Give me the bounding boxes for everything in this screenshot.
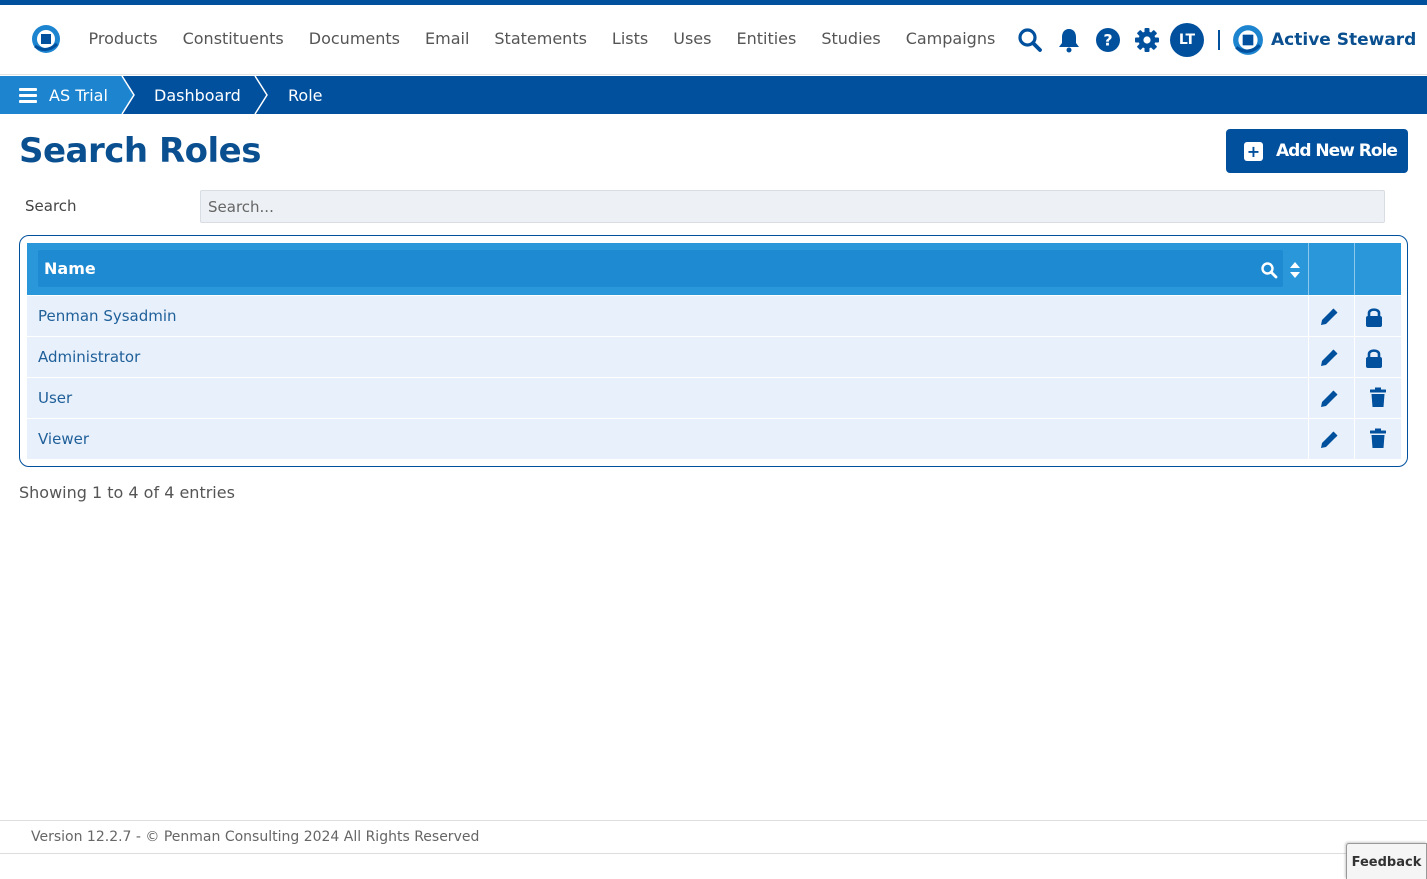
top-navbar: Products Constituents Documents Email St… [0,5,1427,75]
topbar-actions: ? LT Active Steward [1014,22,1416,58]
breadcrumb-item-label: Role [288,85,323,105]
column-divider [1354,243,1355,295]
nav-uses[interactable]: Uses [661,27,724,51]
search-label: Search [25,197,77,215]
search-input[interactable] [200,190,1385,223]
add-new-role-label: Add New Role [1276,141,1398,161]
breadcrumb-role: Role [288,76,322,114]
nav-entities[interactable]: Entities [724,27,809,51]
brand[interactable]: Active Steward [1232,24,1416,56]
nav-campaigns[interactable]: Campaigns [893,27,1008,51]
pencil-icon[interactable] [1318,347,1340,369]
column-divider [1354,378,1355,418]
nav-constituents[interactable]: Constituents [170,27,296,51]
pencil-icon[interactable] [1318,429,1340,451]
feedback-button[interactable]: Feedback [1346,843,1427,879]
footer-copyright: Version 12.2.7 - © Penman Consulting 202… [31,829,480,845]
trash-icon[interactable] [1367,386,1389,408]
table-row: Penman Sysadmin [27,296,1401,336]
search-icon[interactable] [1014,24,1046,56]
main-nav: Products Constituents Documents Email St… [76,27,1008,51]
topbar-divider [1218,30,1220,50]
column-header-label: Name [44,259,96,278]
app-logo-icon[interactable] [31,24,61,54]
roles-table: Name Penman Sysadmin Administrator User [19,235,1408,467]
column-divider [1308,296,1309,336]
column-divider [1354,419,1355,459]
lock-icon[interactable] [1363,306,1385,328]
table-row: Administrator [27,337,1401,377]
trash-icon[interactable] [1367,427,1389,449]
bell-icon[interactable] [1053,24,1085,56]
table-row: User [27,378,1401,418]
brand-logo-icon [1233,25,1263,55]
breadcrumb-item-label: AS Trial [49,85,108,105]
role-name-link[interactable]: User [38,378,72,418]
breadcrumb-dashboard[interactable]: Dashboard [154,76,241,114]
page-title: Search Roles [19,131,261,171]
nav-email[interactable]: Email [413,27,482,51]
breadcrumb-as-trial[interactable]: AS Trial [0,76,122,114]
column-divider [1308,243,1309,295]
nav-products[interactable]: Products [76,27,170,51]
role-name-link[interactable]: Penman Sysadmin [38,296,177,336]
column-divider [1354,296,1355,336]
chevron-right-icon [254,76,268,114]
breadcrumb-item-label: Dashboard [154,85,241,105]
lock-icon[interactable] [1363,347,1385,369]
column-divider [1308,378,1309,418]
add-new-role-button[interactable]: + Add New Role [1226,129,1408,173]
svg-text:?: ? [1103,31,1112,50]
gear-icon[interactable] [1131,24,1163,56]
breadcrumb: AS Trial Dashboard Role [0,76,1427,114]
nav-lists[interactable]: Lists [599,27,660,51]
column-divider [1308,419,1309,459]
sort-icon[interactable] [1289,261,1301,279]
column-divider [1308,337,1309,377]
nav-documents[interactable]: Documents [296,27,412,51]
nav-statements[interactable]: Statements [482,27,600,51]
plus-icon: + [1244,141,1263,161]
user-avatar[interactable]: LT [1170,23,1204,57]
pencil-icon[interactable] [1318,388,1340,410]
column-header-name[interactable]: Name [38,250,1283,287]
column-search-icon[interactable] [1260,261,1278,279]
table-info: Showing 1 to 4 of 4 entries [19,483,235,502]
role-name-link[interactable]: Administrator [38,337,140,377]
role-name-link[interactable]: Viewer [38,419,89,459]
hamburger-menu-icon[interactable] [19,85,37,106]
nav-studies[interactable]: Studies [809,27,893,51]
column-divider [1354,337,1355,377]
chevron-right-icon [121,76,135,114]
pencil-icon[interactable] [1318,306,1340,328]
help-icon[interactable]: ? [1092,24,1124,56]
footer: Version 12.2.7 - © Penman Consulting 202… [0,820,1427,854]
table-row: Viewer [27,419,1401,459]
table-header: Name [27,243,1401,295]
brand-name: Active Steward [1271,30,1417,50]
